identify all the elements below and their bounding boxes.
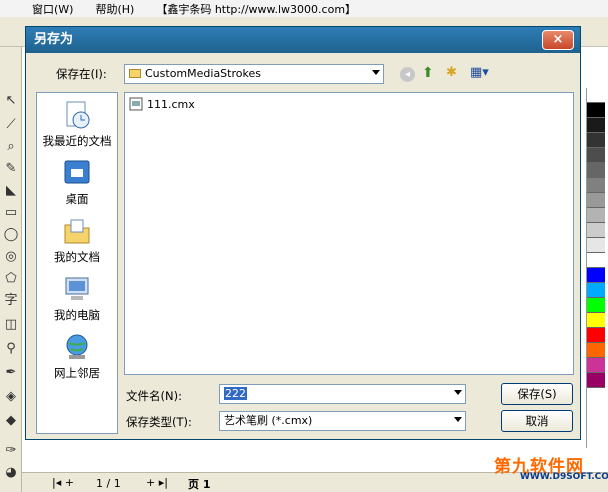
next-page-button[interactable]: + ▸| <box>146 476 168 489</box>
filetype-value: 艺术笔刷 (*.cmx) <box>224 414 313 427</box>
menu-help[interactable]: 帮助(H) <box>95 1 134 17</box>
pen-tool-icon[interactable]: ✑ <box>3 443 19 459</box>
filetype-label: 保存类型(T): <box>126 415 192 429</box>
place-my-documents[interactable]: 我的文档 <box>37 215 117 265</box>
color-swatch[interactable] <box>587 238 605 253</box>
color-swatch[interactable] <box>587 343 605 358</box>
menubar: 窗口(W) 帮助(H) 【鑫宇条码 http://www.lw3000.com】 <box>0 0 608 17</box>
color-swatch[interactable] <box>587 313 605 328</box>
prev-page-button[interactable]: |◂ + <box>52 476 74 489</box>
freehand-tool-icon[interactable]: ✎ <box>3 161 19 177</box>
up-folder-icon[interactable]: ⬆ <box>422 65 434 81</box>
menu-window[interactable]: 窗口(W) <box>32 1 73 17</box>
color-swatch[interactable] <box>587 133 605 148</box>
place-my-documents-label: 我的文档 <box>54 250 100 264</box>
color-swatch[interactable] <box>587 163 605 178</box>
save-in-label: 保存在(I): <box>56 67 107 81</box>
color-swatch[interactable] <box>587 253 605 268</box>
dialog-title-text: 另存为 <box>34 32 74 47</box>
chevron-down-icon <box>454 417 462 422</box>
color-swatch[interactable] <box>587 328 605 343</box>
toolbox: ↖ ⟋ ⌕ ✎ ◣ ▭ ◯ ◎ ⬠ 字 ◫ ⚲ ✒ ◈ ◆ ✑ ◕ <box>0 47 22 492</box>
place-network-label: 网上邻居 <box>54 366 100 380</box>
save-as-dialog: 另存为 × 保存在(I): CustomMediaStrokes ◂ ⬆ ✱ ▦… <box>25 26 581 440</box>
color-swatch[interactable] <box>587 373 605 388</box>
color-swatch[interactable] <box>587 358 605 373</box>
color-swatch[interactable] <box>587 268 605 283</box>
zoom-tool-icon[interactable]: ⌕ <box>3 139 19 155</box>
color-swatch[interactable] <box>587 193 605 208</box>
color-swatch[interactable] <box>587 178 605 193</box>
eyedropper-tool-icon[interactable]: ⚲ <box>3 341 19 357</box>
color-swatch[interactable] <box>587 298 605 313</box>
filename-label: 文件名(N): <box>126 389 182 403</box>
save-in-value: CustomMediaStrokes <box>145 67 261 80</box>
filename-input[interactable]: 222 <box>219 384 466 404</box>
smart-fill-icon[interactable]: ◣ <box>3 183 19 199</box>
color-swatch[interactable] <box>587 223 605 238</box>
place-recent[interactable]: 我最近的文档 <box>37 99 117 149</box>
file-name: 111.cmx <box>147 97 195 111</box>
new-folder-icon[interactable]: ✱ <box>446 65 457 80</box>
polygon-tool-icon[interactable]: ⬠ <box>3 271 19 287</box>
color-swatch[interactable] <box>587 118 605 133</box>
color-swatch[interactable] <box>587 88 605 103</box>
dialog-title: 另存为 × <box>26 27 580 53</box>
color-swatch[interactable] <box>587 148 605 163</box>
list-item[interactable]: 111.cmx <box>129 97 195 111</box>
place-recent-label: 我最近的文档 <box>42 134 112 148</box>
shape-tool-icon[interactable]: ⟋ <box>3 117 19 133</box>
back-icon[interactable]: ◂ <box>400 67 415 82</box>
close-icon: × <box>552 32 564 47</box>
folder-icon <box>129 69 141 78</box>
place-desktop[interactable]: 桌面 <box>37 157 117 207</box>
place-desktop-label: 桌面 <box>65 192 89 206</box>
place-my-computer-label: 我的电脑 <box>54 308 100 322</box>
color-tool-icon[interactable]: ◕ <box>3 465 19 481</box>
pick-tool-icon[interactable]: ↖ <box>3 93 19 109</box>
interactive-fill-icon[interactable]: ◆ <box>3 413 19 429</box>
save-button[interactable]: 保存(S) <box>501 383 573 405</box>
color-swatch[interactable] <box>587 103 605 118</box>
banner-text: 【鑫宇条码 http://www.lw3000.com】 <box>156 2 357 16</box>
fill-tool-icon[interactable]: ◈ <box>3 389 19 405</box>
places-bar: 我最近的文档 桌面 我的文档 我的电脑 网上邻居 <box>36 92 118 434</box>
outline-tool-icon[interactable]: ✒ <box>3 365 19 381</box>
page-tab[interactable]: 页 1 <box>188 476 210 492</box>
place-my-computer[interactable]: 我的电脑 <box>37 273 117 323</box>
cmx-file-icon <box>129 97 143 111</box>
chevron-down-icon <box>372 70 380 75</box>
cancel-button[interactable]: 取消 <box>501 410 573 432</box>
color-swatch[interactable] <box>587 283 605 298</box>
my-documents-icon <box>64 219 90 244</box>
view-menu-icon[interactable]: ▦▾ <box>470 65 489 80</box>
file-list[interactable]: 111.cmx <box>124 92 574 375</box>
my-computer-icon <box>65 277 89 300</box>
filename-value: 222 <box>224 387 247 400</box>
ellipse-tool-icon[interactable]: ◯ <box>3 227 19 243</box>
network-places-icon <box>66 334 88 359</box>
filetype-dropdown[interactable]: 艺术笔刷 (*.cmx) <box>219 411 466 431</box>
color-swatch[interactable] <box>587 208 605 223</box>
text-tool-icon[interactable]: 字 <box>3 293 19 309</box>
color-palette <box>586 88 606 448</box>
close-button[interactable]: × <box>542 30 574 50</box>
recent-documents-icon <box>66 101 90 129</box>
page-counter: 1 / 1 <box>96 477 121 490</box>
spiral-tool-icon[interactable]: ◎ <box>3 249 19 265</box>
watermark-url: WWW.D9SOFT.COM <box>520 472 608 482</box>
rectangle-tool-icon[interactable]: ▭ <box>3 205 19 221</box>
save-in-dropdown[interactable]: CustomMediaStrokes <box>124 64 384 84</box>
chevron-down-icon <box>454 390 462 395</box>
place-network[interactable]: 网上邻居 <box>37 331 117 381</box>
desktop-icon <box>64 160 90 184</box>
extrude-tool-icon[interactable]: ◫ <box>3 317 19 333</box>
